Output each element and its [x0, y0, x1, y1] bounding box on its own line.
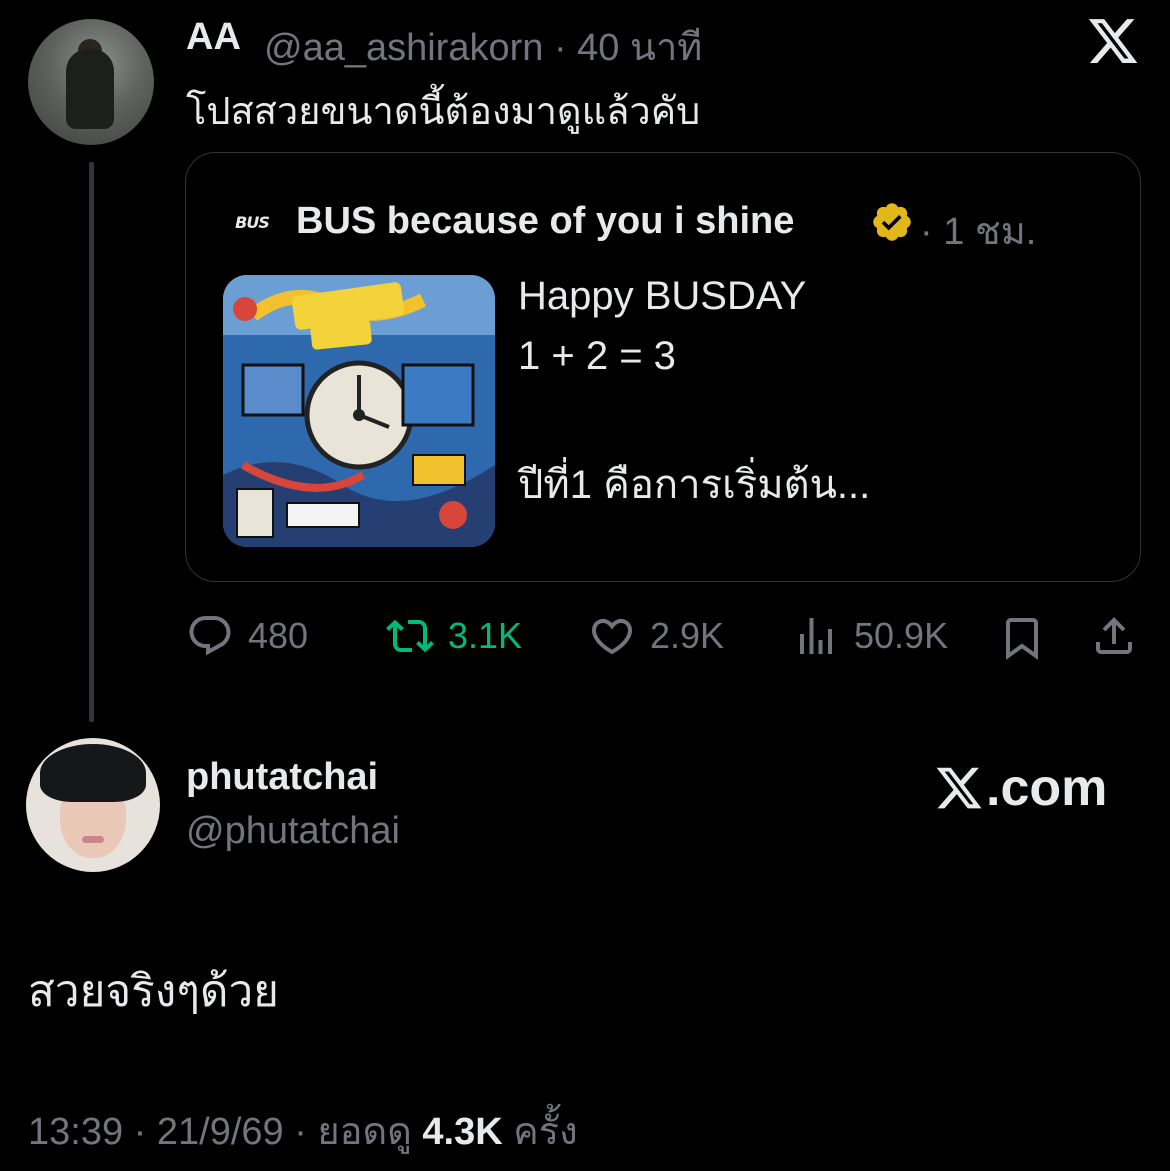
parent-tweet-text: โปสสวยขนาดนี้ต้องมาดูแล้วคับ	[186, 91, 701, 133]
quote-time: · 1 ชม.	[920, 211, 1037, 253]
quote-avatar-logo: BUS	[235, 212, 270, 232]
quote-poster-image[interactable]	[223, 275, 495, 547]
thread-line	[89, 162, 94, 722]
like-button[interactable]: 2.9K	[588, 612, 724, 660]
like-count: 2.9K	[650, 615, 725, 656]
quote-display-name[interactable]: BUS because of you i shine	[296, 200, 794, 243]
views-count: 50.9K	[854, 615, 949, 656]
share-icon	[1096, 617, 1132, 654]
reply-tweet-text: สวยจริงๆด้วย	[28, 967, 279, 1016]
views-icon	[800, 618, 832, 654]
views-button[interactable]: 50.9K	[792, 612, 948, 660]
views-total: 4.3K	[422, 1111, 503, 1153]
quote-text-line-2: 1 + 2 = 3	[518, 334, 676, 378]
tweet-timestamp-views: 13:39 · 21/9/69 · ยอดดู 4.3K ครั้ง	[28, 1100, 578, 1161]
retweet-count: 3.1K	[448, 615, 523, 656]
parent-handle-time: @aa_ashirakorn · 40 นาที	[264, 27, 703, 69]
like-icon	[591, 619, 633, 655]
views-suffix: ครั้ง	[513, 1111, 578, 1153]
x-logo-icon	[936, 767, 982, 809]
reply-button[interactable]: 480	[186, 612, 308, 660]
parent-display-name[interactable]: AA	[186, 16, 241, 59]
reply-count: 480	[248, 615, 309, 656]
verified-badge-icon	[873, 203, 911, 241]
retweet-button[interactable]: 3.1K	[386, 612, 522, 660]
reply-display-name[interactable]: phutatchai	[186, 756, 378, 799]
avatar-aa[interactable]	[28, 19, 154, 145]
share-button[interactable]	[1090, 612, 1138, 660]
x-com-watermark: .com	[934, 758, 1107, 818]
x-logo-icon	[1088, 19, 1138, 63]
avatar-phutatchai[interactable]	[26, 738, 160, 872]
reply-icon	[189, 616, 231, 656]
bookmark-button[interactable]	[998, 614, 1046, 662]
timestamp: 13:39 · 21/9/69 · ยอดดู	[28, 1111, 412, 1153]
reply-handle[interactable]: @phutatchai	[186, 810, 400, 853]
bookmark-icon	[1006, 618, 1038, 660]
quote-text-line-3: ปีที่1 คือการเริ่มต้น...	[518, 463, 871, 507]
retweet-icon	[386, 619, 434, 653]
quote-text-line-1: Happy BUSDAY	[518, 274, 807, 318]
